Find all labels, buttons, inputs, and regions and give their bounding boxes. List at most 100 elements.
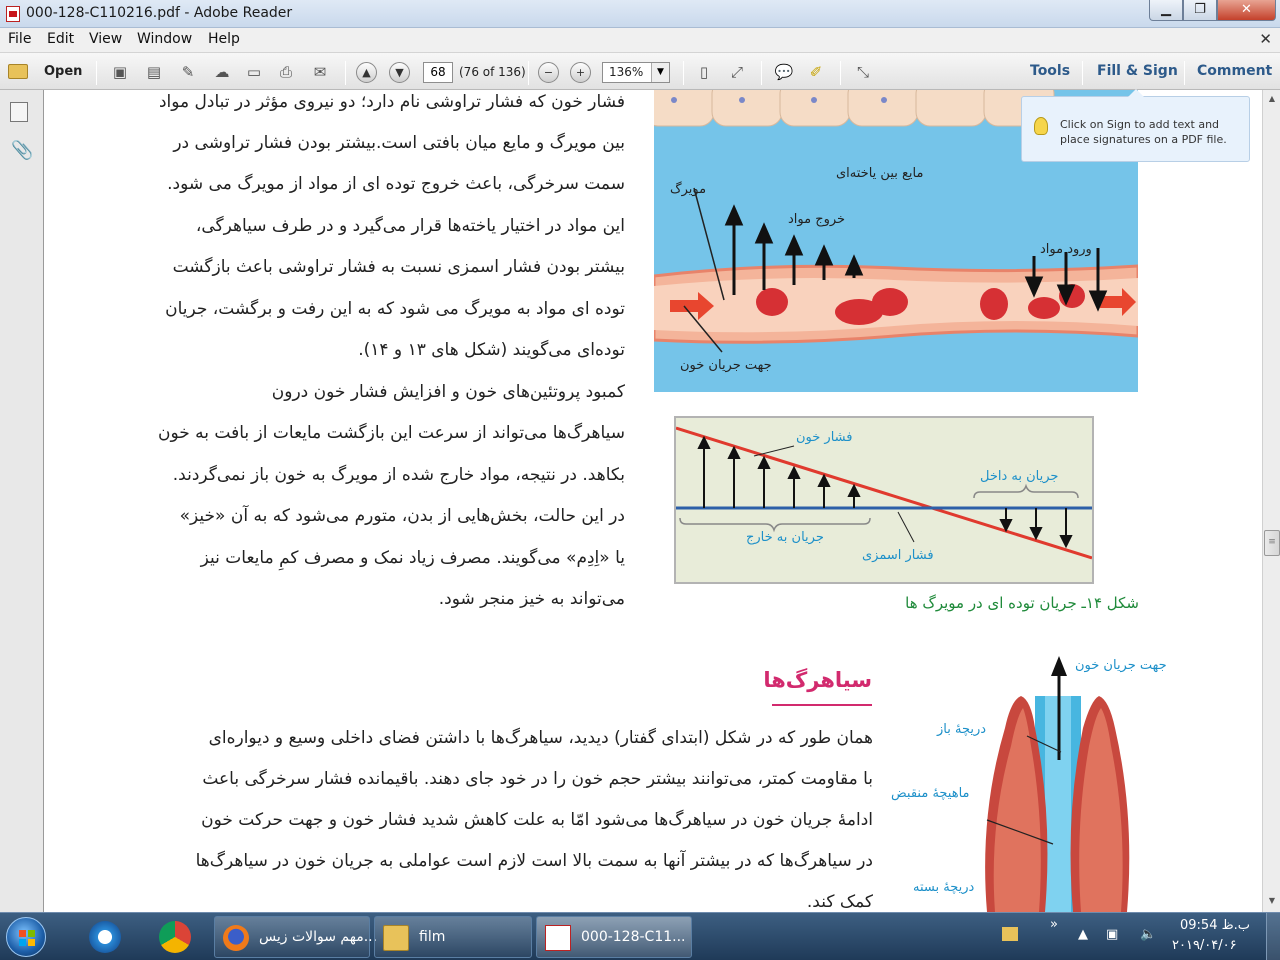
menu-help[interactable]: Help bbox=[208, 31, 240, 47]
open-valve-label: دریچهٔ باز bbox=[937, 722, 987, 737]
close-document-icon[interactable]: ✕ bbox=[1259, 30, 1272, 48]
next-page-button[interactable]: ▼ bbox=[389, 62, 410, 83]
toolbar: Open ▣ ▤ ✎ ☁ ▭ ⎙ ✉ ▲ ▼ 68 (76 of 136) − … bbox=[0, 52, 1280, 90]
scrollbar-thumb[interactable]: ≡ bbox=[1264, 530, 1280, 556]
show-desktop-button[interactable] bbox=[1266, 913, 1280, 960]
material-exit-label: خروج مواد bbox=[788, 212, 846, 227]
chrome-icon bbox=[159, 921, 191, 953]
title-bar: 000-128-C110216.pdf - Adobe Reader ▁ ❐ ✕ bbox=[0, 0, 1280, 28]
zoom-out-button[interactable]: − bbox=[538, 62, 559, 83]
fill-sign-pane-link[interactable]: Fill & Sign bbox=[1097, 63, 1178, 79]
show-hidden-icons-icon[interactable]: ▲ bbox=[1078, 927, 1088, 942]
toolbar-separator bbox=[96, 61, 97, 85]
vertical-scrollbar[interactable]: ▲ ≡ ▼ bbox=[1262, 90, 1280, 912]
close-icon: ✕ bbox=[1241, 2, 1252, 17]
close-button[interactable]: ✕ bbox=[1217, 0, 1276, 21]
clock-time[interactable]: ب.ظ 09:54 bbox=[1180, 918, 1250, 933]
menu-bar: File Edit View Window Help ✕ bbox=[0, 28, 1280, 52]
closed-valve-label: دریچهٔ بسته bbox=[913, 880, 975, 895]
minimize-button[interactable]: ▁ bbox=[1149, 0, 1183, 21]
toolbar-separator bbox=[761, 61, 762, 85]
firefox-icon bbox=[223, 925, 249, 951]
tools-pane-link[interactable]: Tools bbox=[1030, 63, 1070, 79]
scroll-up-icon[interactable]: ▲ bbox=[1265, 92, 1279, 106]
page-thumbnails-icon[interactable] bbox=[10, 102, 28, 122]
text-line: این مواد در اختیار یاخته‌ها قرار می‌گیرد… bbox=[195, 216, 625, 236]
start-button[interactable] bbox=[6, 917, 46, 957]
figure-14-caption: شکل ۱۴ـ جریان توده ای در مویرگ ها bbox=[905, 594, 1139, 612]
tray-expand-icon[interactable]: » bbox=[1050, 917, 1058, 932]
restore-icon: ❐ bbox=[1194, 2, 1206, 17]
open-label: Open bbox=[44, 64, 83, 79]
taskbar-item-label: مهم سوالات زیس... bbox=[259, 929, 378, 945]
taskbar-item-firefox[interactable]: مهم سوالات زیس... bbox=[214, 916, 377, 958]
text-line: بین مویرگ و مایع میان بافتی است.بیشتر بو… bbox=[173, 133, 625, 153]
previous-page-button[interactable]: ▲ bbox=[356, 62, 377, 83]
menu-window[interactable]: Window bbox=[137, 31, 192, 47]
menu-edit[interactable]: Edit bbox=[47, 31, 74, 47]
section-heading: سیاهرگ‌ها bbox=[763, 668, 872, 692]
text-line: سیاهرگ‌ها می‌تواند از سرعت این بازگشت ما… bbox=[157, 423, 625, 443]
tray-folder-icon[interactable] bbox=[1002, 927, 1018, 941]
toolbar-separator bbox=[683, 61, 684, 85]
text-line: توده‌ای می‌گویند (شکل های ۱۳ و ۱۴). bbox=[358, 340, 625, 360]
text-line: در سیاهرگ‌ها که در بیشتر آنها به سمت بال… bbox=[195, 851, 873, 871]
text-line: کمک کند. bbox=[806, 892, 873, 912]
export-pdf-icon[interactable]: ▤ bbox=[144, 62, 164, 82]
network-icon[interactable]: ▣ bbox=[1106, 927, 1118, 942]
text-line: در این حالت، بخش‌هایی از بدن، متورم می‌ش… bbox=[179, 506, 625, 526]
sign-tooltip[interactable]: Click on Sign to add text and place sign… bbox=[1021, 89, 1250, 162]
toolbar-separator bbox=[528, 61, 529, 85]
volume-icon[interactable]: 🔈 bbox=[1140, 927, 1156, 942]
highlight-icon[interactable]: ✐ bbox=[806, 62, 826, 82]
page-number-input[interactable]: 68 bbox=[423, 62, 453, 83]
comment-bubble-icon[interactable]: 💬 bbox=[774, 62, 794, 82]
zoom-value: 136% bbox=[609, 65, 644, 79]
comment-pane-link[interactable]: Comment bbox=[1197, 63, 1272, 79]
zoom-select[interactable]: 136% ▼ bbox=[602, 62, 670, 83]
taskbar-item-film-folder[interactable]: film bbox=[374, 916, 532, 958]
contracted-muscle-label: ماهیچهٔ منقبض bbox=[891, 786, 970, 801]
chevron-down-icon[interactable]: ▼ bbox=[651, 63, 669, 82]
fit-page-icon[interactable]: ▯ bbox=[694, 62, 714, 82]
zoom-in-button[interactable]: + bbox=[570, 62, 591, 83]
adobe-pdf-icon bbox=[545, 925, 571, 951]
toolbar-separator bbox=[1184, 61, 1185, 85]
edit-pdf-icon[interactable]: ✎ bbox=[178, 62, 198, 82]
minimize-icon: ▁ bbox=[1161, 2, 1171, 17]
menu-file[interactable]: File bbox=[8, 31, 31, 47]
inflow-label: جریان به داخل bbox=[980, 469, 1059, 484]
expand-icon[interactable]: ⤡ bbox=[853, 62, 873, 82]
upload-cloud-icon[interactable]: ☁ bbox=[212, 62, 232, 82]
print-icon[interactable]: ⎙ bbox=[276, 62, 296, 82]
folder-icon bbox=[8, 64, 28, 79]
clock-date[interactable]: ۲۰۱۹/۰۴/۰۶ bbox=[1172, 938, 1237, 953]
menu-view[interactable]: View bbox=[89, 31, 122, 47]
vein-valve-figure: جهت جریان خون دریچهٔ باز ماهیچهٔ منقبض د… bbox=[885, 656, 1225, 912]
adobe-pdf-icon bbox=[6, 6, 20, 22]
text-line: فشار خون که فشار تراوشی نام دارد؛ دو نیر… bbox=[158, 92, 625, 112]
internet-explorer-taskbar-icon[interactable] bbox=[76, 916, 132, 958]
fit-width-icon[interactable]: ⤢ bbox=[727, 62, 747, 82]
pressure-diagram: فشار خون جریان به داخل جریان به خارج فشا… bbox=[674, 416, 1094, 584]
tooltip-pointer bbox=[1128, 89, 1144, 97]
save-icon[interactable]: ▭ bbox=[244, 62, 264, 82]
maximize-button[interactable]: ❐ bbox=[1183, 0, 1217, 21]
text-line: می‌تواند به خیز منجر شود. bbox=[438, 589, 625, 609]
email-icon[interactable]: ✉ bbox=[310, 62, 330, 82]
osmotic-pressure-label: فشار اسمزی bbox=[862, 548, 934, 563]
toolbar-separator bbox=[1082, 61, 1083, 85]
text-line: همان طور که در شکل (ابتدای گفتار) دیدید،… bbox=[208, 728, 873, 748]
document-view[interactable]: فشار خون که فشار تراوشی نام دارد؛ دو نیر… bbox=[45, 90, 1262, 912]
taskbar-item-adobe-reader[interactable]: 000-128-C11... bbox=[536, 916, 692, 958]
scroll-down-icon[interactable]: ▼ bbox=[1265, 894, 1279, 908]
taskbar: مهم سوالات زیس... film 000-128-C11... » … bbox=[0, 912, 1280, 960]
page-count: (76 of 136) bbox=[459, 65, 526, 79]
create-pdf-icon[interactable]: ▣ bbox=[110, 62, 130, 82]
chrome-taskbar-icon[interactable] bbox=[146, 916, 202, 958]
attachments-icon[interactable]: 📎 bbox=[11, 140, 33, 161]
blood-flow-direction-label: جهت جریان خون bbox=[680, 358, 772, 373]
folder-icon bbox=[383, 925, 409, 951]
windows-logo-icon bbox=[19, 930, 35, 946]
lightbulb-icon bbox=[1034, 117, 1048, 135]
